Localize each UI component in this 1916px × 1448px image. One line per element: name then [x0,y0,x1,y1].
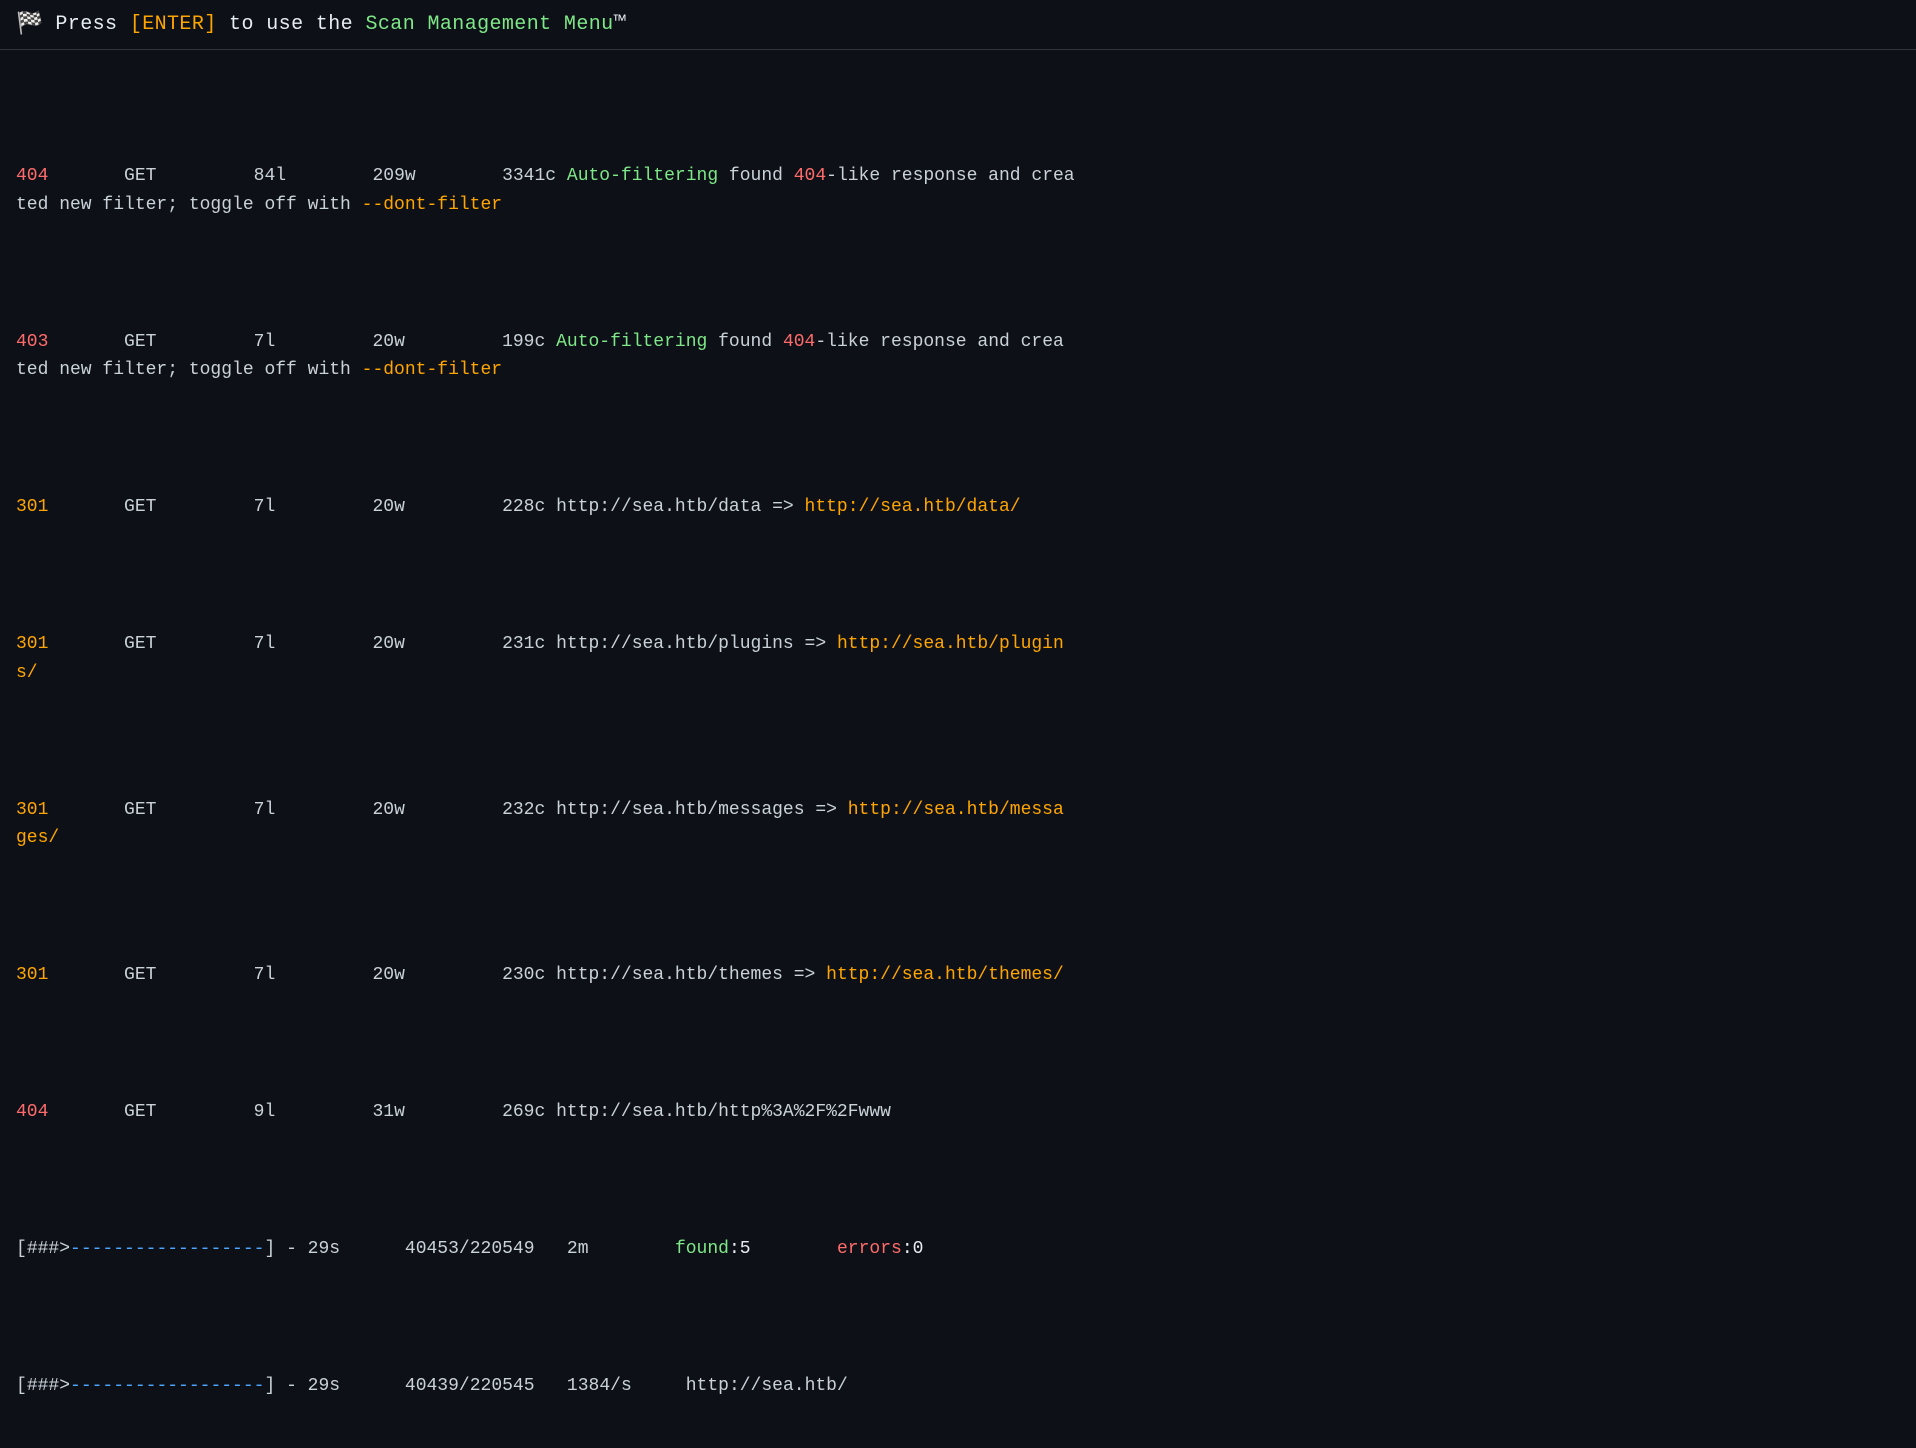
status-301-1: 301 [16,497,48,517]
autofilter-label-2: Auto-filtering [556,332,707,352]
status-404-1: 404 [16,166,48,186]
bracket-open-2: [ [16,1376,27,1396]
progress-hash-2: ###> [27,1376,70,1396]
found-label: found [675,1239,729,1259]
bracket-open-1: [ [16,1239,27,1259]
redirect-themes: http://sea.htb/themes/ [826,965,1064,985]
status-301-4: 301 [16,965,48,985]
enter-key: [ENTER] [130,13,217,36]
errors-value: :0 [902,1239,924,1259]
log-line-2: 403 GET 7l 20w 199c Auto-filtering found… [16,328,1900,386]
found-value: :5 [729,1239,751,1259]
log-line-7: 404 GET 9l 31w 269c http://sea.htb/http%… [16,1098,1900,1127]
dont-filter-2: --dont-filter [362,360,502,380]
trademark: ™ [614,13,626,36]
filter-404-2: 404 [783,332,815,352]
log-line-4: 301 GET 7l 20w 231c http://sea.htb/plugi… [16,630,1900,688]
log-content: 404 GET 84l 209w 3341c Auto-filtering fo… [0,50,1916,1448]
status-301-2: 301 [16,634,48,654]
dont-filter-1: --dont-filter [362,195,502,215]
redirect-messages: http://sea.htb/messa ges/ [16,800,1064,849]
progress-line-2: [###>------------------] - 29s 40439/220… [16,1372,1900,1401]
status-301-3: 301 [16,800,48,820]
log-line-1: 404 GET 84l 209w 3341c Auto-filtering fo… [16,162,1900,220]
progress-hash-1: ###> [27,1239,70,1259]
bracket-close-2: ] [264,1376,275,1396]
progress-line-1: [###>------------------] - 29s 40453/220… [16,1235,1900,1264]
flag-icon: 🏁 [16,8,43,41]
header-bar: 🏁 Press [ENTER] to use the Scan Manageme… [0,0,1916,50]
status-403: 403 [16,332,48,352]
log-line-5: 301 GET 7l 20w 232c http://sea.htb/messa… [16,796,1900,854]
log-line-6: 301 GET 7l 20w 230c http://sea.htb/theme… [16,961,1900,990]
errors-label: errors [837,1239,902,1259]
bracket-close-1: ] [264,1239,275,1259]
redirect-data: http://sea.htb/data/ [805,497,1021,517]
header-press: Press [55,13,129,36]
redirect-plugins: http://sea.htb/plugin s/ [16,634,1064,683]
progress-dashes-2: ------------------ [70,1376,264,1396]
autofilter-label-1: Auto-filtering [567,166,718,186]
filter-404-1: 404 [794,166,826,186]
header-middle: to use the [217,13,366,36]
progress-dashes-1: ------------------ [70,1239,264,1259]
app-name: Scan Management Menu [365,13,613,36]
status-404-2: 404 [16,1102,48,1122]
log-line-3: 301 GET 7l 20w 228c http://sea.htb/data … [16,493,1900,522]
header-text: Press [ENTER] to use the Scan Management… [55,10,626,40]
terminal-window: 🏁 Press [ENTER] to use the Scan Manageme… [0,0,1916,1448]
